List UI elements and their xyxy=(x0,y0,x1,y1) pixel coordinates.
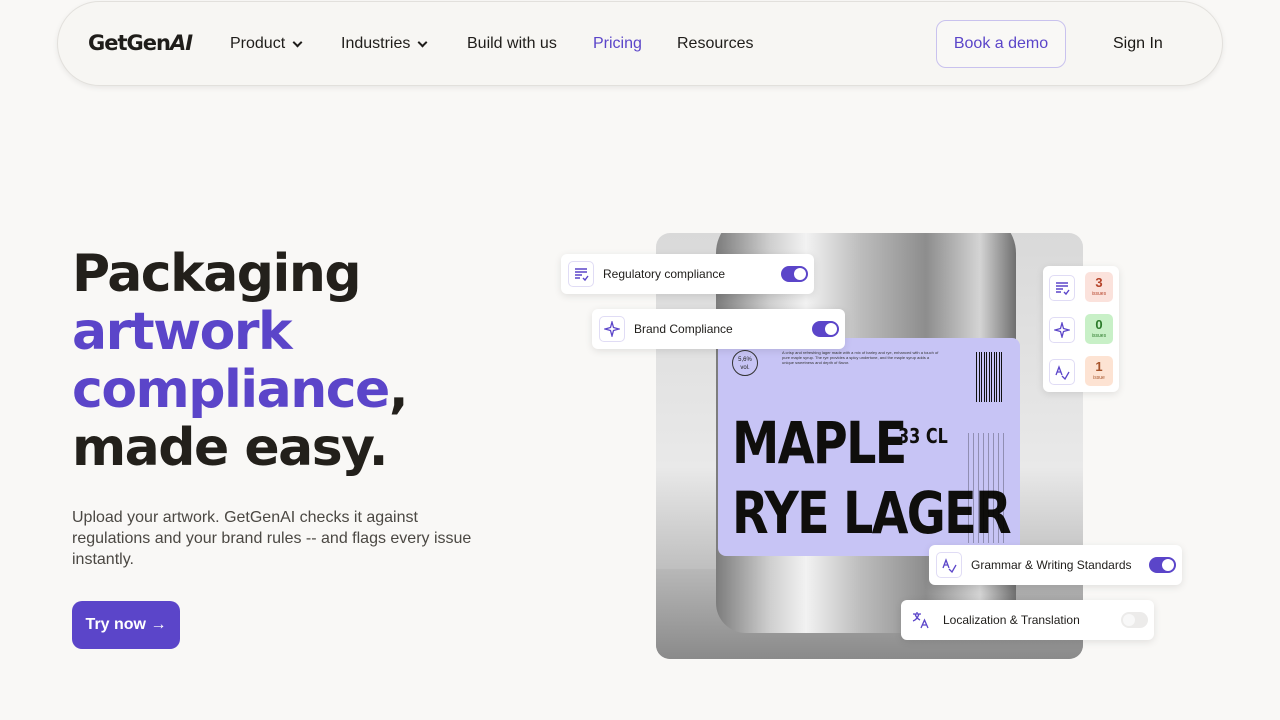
issue-count: 1 xyxy=(1095,359,1103,374)
nav-product[interactable]: Product xyxy=(230,35,303,53)
nav-build-label: Build with us xyxy=(467,35,557,52)
check-card-grammar: Grammar & Writing Standards xyxy=(929,545,1182,585)
barcode-icon xyxy=(976,352,1004,402)
book-demo-button[interactable]: Book a demo xyxy=(936,20,1066,68)
hero-title-line4: made easy. xyxy=(72,418,389,478)
check-label: Localization & Translation xyxy=(943,613,1080,627)
nav-pricing-label: Pricing xyxy=(593,35,642,52)
hero-title-comma: , xyxy=(388,360,409,420)
label-description: A crisp and refreshing lager made with a… xyxy=(782,350,939,365)
issue-count-badge: 1 issue xyxy=(1085,356,1113,386)
list-check-icon xyxy=(1049,275,1075,301)
issue-row-regulatory[interactable]: 3 issues xyxy=(1049,272,1115,302)
issue-unit: issue xyxy=(1093,375,1105,381)
issues-panel: 3 issues 0 issues 1 issue xyxy=(1043,266,1119,392)
hero-title: Packaging artwork compliance, made easy. xyxy=(72,244,409,478)
issue-unit: issues xyxy=(1091,291,1107,297)
nav-build-with-us[interactable]: Build with us xyxy=(467,35,557,53)
issue-count-badge: 3 issues xyxy=(1085,272,1113,302)
nav-industries-label: Industries xyxy=(341,35,411,52)
sparkle-icon xyxy=(1049,317,1075,343)
hero-title-line1: Packaging xyxy=(72,244,362,304)
hero-title-line2: artwork xyxy=(72,302,293,362)
grammar-toggle[interactable] xyxy=(1149,557,1176,573)
nav-pricing[interactable]: Pricing xyxy=(593,35,642,53)
issue-row-brand[interactable]: 0 issues xyxy=(1049,314,1115,344)
issue-count: 3 xyxy=(1095,275,1103,290)
volume-badge: 5,6% vol. xyxy=(732,350,758,376)
spellcheck-icon xyxy=(936,552,962,578)
nav-industries[interactable]: Industries xyxy=(341,35,428,53)
logo-accent: AI xyxy=(169,31,193,55)
chevron-down-icon xyxy=(292,37,303,47)
check-label: Regulatory compliance xyxy=(603,267,726,281)
localization-toggle[interactable] xyxy=(1121,612,1148,628)
issue-count-badge: 0 issues xyxy=(1085,314,1113,344)
hero-subtitle: Upload your artwork. GetGenAI checks it … xyxy=(72,509,472,568)
chevron-down-icon xyxy=(417,37,428,47)
nav-product-label: Product xyxy=(230,35,286,52)
can-label: 5,6% vol. A crisp and refreshing lager m… xyxy=(718,338,1020,556)
product-size: 33 CL xyxy=(898,424,948,448)
regulatory-toggle[interactable] xyxy=(781,266,808,282)
nav-resources[interactable]: Resources xyxy=(677,35,753,53)
translate-icon xyxy=(908,607,934,633)
check-card-regulatory: Regulatory compliance xyxy=(561,254,814,294)
issue-count: 0 xyxy=(1095,317,1103,332)
issue-unit: issues xyxy=(1091,333,1107,339)
hero-title-line3: compliance xyxy=(72,360,390,420)
nav-resources-label: Resources xyxy=(677,35,754,52)
check-card-localization: Localization & Translation xyxy=(901,600,1154,640)
ingredients-text xyxy=(968,433,1008,543)
sparkle-icon xyxy=(599,316,625,342)
logo[interactable]: GetGenAI xyxy=(88,31,193,55)
try-now-button[interactable]: Try now → xyxy=(72,601,180,649)
check-label: Brand Compliance xyxy=(634,322,733,336)
top-navbar: GetGenAI Product Industries Build with u… xyxy=(57,1,1223,86)
issue-row-grammar[interactable]: 1 issue xyxy=(1049,356,1115,386)
list-check-icon xyxy=(568,261,594,287)
brand-toggle[interactable] xyxy=(812,321,839,337)
spellcheck-icon xyxy=(1049,359,1075,385)
check-label: Grammar & Writing Standards xyxy=(971,558,1132,572)
product-photo: 5,6% vol. A crisp and refreshing lager m… xyxy=(656,233,1083,659)
sign-in-link[interactable]: Sign In xyxy=(1113,35,1163,53)
check-card-brand: Brand Compliance xyxy=(592,309,845,349)
logo-text: GetGen xyxy=(88,31,171,55)
